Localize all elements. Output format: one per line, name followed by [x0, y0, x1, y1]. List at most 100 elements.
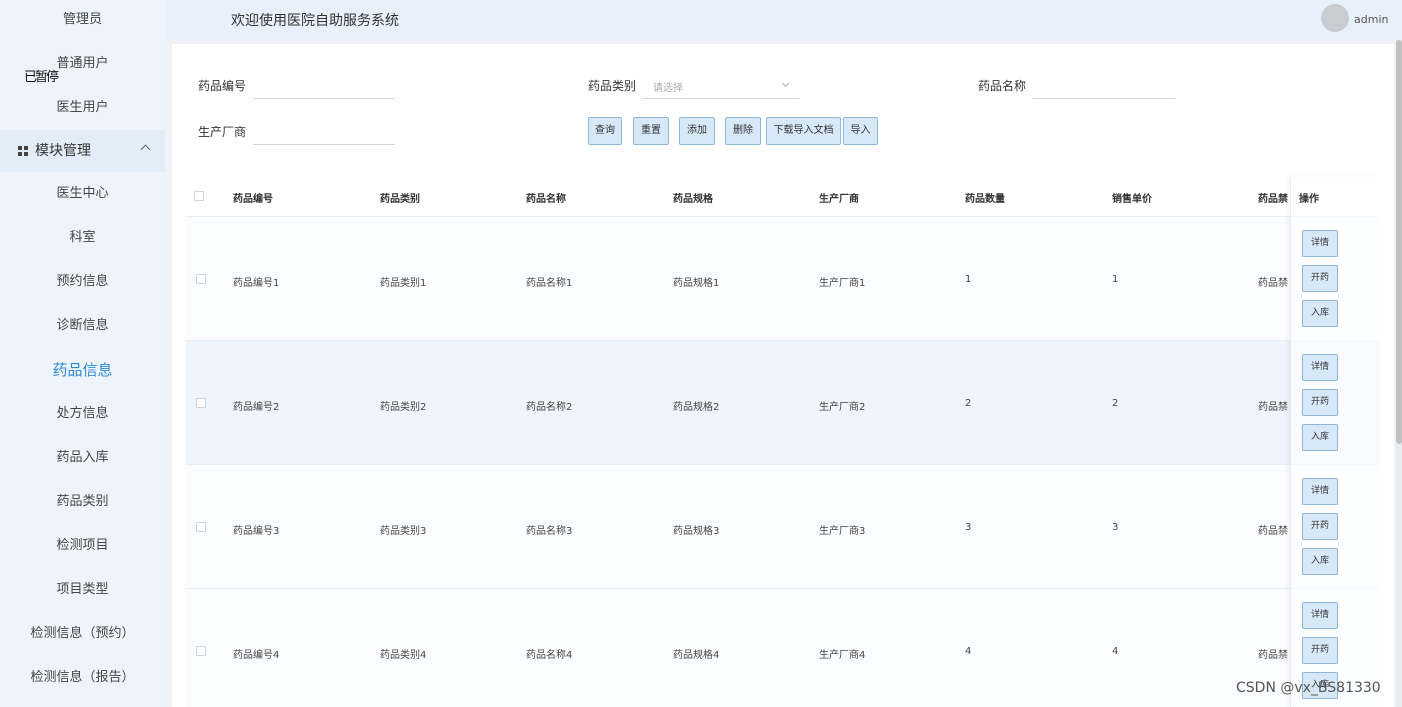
row-checkbox[interactable]: [196, 646, 206, 656]
sidebar-item-doctor-center[interactable]: 医生中心: [0, 172, 165, 216]
stock-in-button[interactable]: 入库: [1302, 300, 1338, 327]
select-all-checkbox[interactable]: [194, 191, 204, 201]
drug-name-input[interactable]: [1033, 77, 1175, 99]
avatar[interactable]: [1321, 4, 1349, 32]
scrollbar-thumb[interactable]: [1396, 40, 1402, 444]
prescribe-button[interactable]: 开药: [1302, 513, 1338, 540]
cell-quantity: 3: [965, 522, 972, 533]
manufacturer-input[interactable]: [253, 123, 395, 145]
cell-unit-price: 2: [1112, 398, 1119, 409]
sidebar-item-department[interactable]: 科室: [0, 216, 165, 260]
row-checkbox[interactable]: [196, 522, 206, 532]
table-row[interactable]: 药品编号4 药品类别4 药品名称4 药品规格4 生产厂商4 4 4 药品禁: [186, 589, 1380, 707]
cell-quantity: 2: [965, 398, 972, 409]
cell-contraindication: 药品禁: [1258, 526, 1288, 537]
sidebar-item-prescription[interactable]: 处方信息: [0, 392, 165, 436]
sidebar-item-test-item[interactable]: 检测项目: [0, 524, 165, 568]
detail-button[interactable]: 详情: [1302, 478, 1338, 505]
detail-button[interactable]: 详情: [1302, 230, 1338, 257]
cell-drug-category: 药品类别1: [380, 278, 427, 289]
cell-contraindication: 药品禁: [1258, 278, 1288, 289]
sidebar-item-drug-category[interactable]: 药品类别: [0, 480, 165, 524]
cell-drug-spec: 药品规格2: [673, 402, 720, 413]
prescribe-button[interactable]: 开药: [1302, 265, 1338, 292]
sidebar-item-test-appointment[interactable]: 检测信息（预约）: [0, 612, 165, 656]
watermark: CSDN @vx_BS81330: [1236, 680, 1381, 696]
table-header: 药品编号 药品类别 药品名称 药品规格 生产厂商 药品数量 销售单价 药品禁: [186, 177, 1380, 217]
cell-unit-price: 1: [1112, 274, 1119, 285]
cell-drug-name: 药品名称3: [526, 526, 573, 537]
drug-code-input[interactable]: [253, 77, 395, 99]
cell-unit-price: 3: [1112, 522, 1119, 533]
cell-contraindication: 药品禁: [1258, 402, 1288, 413]
cell-manufacturer: 生产厂商1: [819, 278, 866, 289]
query-button[interactable]: 查询: [588, 117, 622, 145]
detail-button[interactable]: 详情: [1302, 602, 1338, 629]
cell-drug-spec: 药品规格1: [673, 278, 720, 289]
cell-drug-category: 药品类别2: [380, 402, 427, 413]
cell-drug-category: 药品类别4: [380, 650, 427, 661]
cell-manufacturer: 生产厂商4: [819, 650, 866, 661]
sidebar-item-appointment[interactable]: 预约信息: [0, 260, 165, 304]
th-drug-contraindication: 药品禁: [1258, 194, 1288, 205]
th-drug-name: 药品名称: [526, 194, 566, 205]
delete-button[interactable]: 删除: [725, 117, 761, 145]
cell-drug-code: 药品编号3: [233, 526, 280, 537]
sidebar-group-label: 模块管理: [35, 143, 91, 159]
main-content: 药品编号 药品类别 请选择 药品名称 生产厂商 查询 重置 添加 删除 下载导入…: [172, 44, 1394, 707]
table-row[interactable]: 药品编号1 药品类别1 药品名称1 药品规格1 生产厂商1 1 1 药品禁: [186, 217, 1380, 341]
drug-name-label: 药品名称: [978, 79, 1027, 93]
sidebar: 管理员 普通用户 医生用户 模块管理 医生中心 科室 预约信息 诊断信息 药品信…: [0, 0, 165, 707]
cell-drug-code: 药品编号4: [233, 650, 280, 661]
row-checkbox[interactable]: [196, 274, 206, 284]
table-row[interactable]: 药品编号3 药品类别3 药品名称3 药品规格3 生产厂商3 3 3 药品禁: [186, 465, 1380, 589]
sidebar-item-item-type[interactable]: 项目类型: [0, 568, 165, 612]
cell-unit-price: 4: [1112, 646, 1119, 657]
category-placeholder: 请选择: [653, 83, 683, 94]
paused-overlay-text: 已暂停: [24, 70, 59, 85]
cell-drug-code: 药品编号2: [233, 402, 280, 413]
manufacturer-label: 生产厂商: [198, 125, 247, 139]
import-button[interactable]: 导入: [843, 117, 878, 145]
sidebar-item-test-report[interactable]: 检测信息（报告）: [0, 656, 165, 700]
table-row[interactable]: 药品编号2 药品类别2 药品名称2 药品规格2 生产厂商2 2 2 药品禁: [186, 341, 1380, 465]
th-operation: 操作: [1299, 194, 1319, 205]
stock-in-button[interactable]: 入库: [1302, 424, 1338, 451]
cell-quantity: 1: [965, 274, 972, 285]
cell-drug-category: 药品类别3: [380, 526, 427, 537]
cell-quantity: 4: [965, 646, 972, 657]
cell-manufacturer: 生产厂商2: [819, 402, 866, 413]
download-import-doc-button[interactable]: 下载导入文档: [766, 117, 841, 145]
username[interactable]: admin: [1354, 13, 1388, 26]
prescribe-button[interactable]: 开药: [1302, 637, 1338, 664]
drug-category-label: 药品类别: [588, 79, 637, 93]
add-button[interactable]: 添加: [679, 117, 715, 145]
reset-button[interactable]: 重置: [633, 117, 669, 145]
page-scrollbar[interactable]: [1396, 40, 1402, 707]
cell-drug-spec: 药品规格3: [673, 526, 720, 537]
grid-icon: [18, 146, 28, 156]
sidebar-item-diagnosis[interactable]: 诊断信息: [0, 304, 165, 348]
prescribe-button[interactable]: 开药: [1302, 389, 1338, 416]
cell-drug-name: 药品名称1: [526, 278, 573, 289]
cell-drug-name: 药品名称2: [526, 402, 573, 413]
detail-button[interactable]: 详情: [1302, 354, 1338, 381]
stock-in-button[interactable]: 入库: [1302, 548, 1338, 575]
sidebar-item-doctor-user[interactable]: 医生用户: [0, 86, 165, 130]
cell-drug-spec: 药品规格4: [673, 650, 720, 661]
sidebar-item-drug-info[interactable]: 药品信息: [0, 348, 165, 392]
sidebar-item-drug-stock-in[interactable]: 药品入库: [0, 436, 165, 480]
th-drug-category: 药品类别: [380, 194, 420, 205]
th-unit-price: 销售单价: [1112, 194, 1152, 205]
row-checkbox[interactable]: [196, 398, 206, 408]
sidebar-group-module-management[interactable]: 模块管理: [0, 130, 165, 172]
cell-contraindication: 药品禁: [1258, 650, 1288, 661]
cell-manufacturer: 生产厂商3: [819, 526, 866, 537]
sidebar-item-admin[interactable]: 管理员: [0, 0, 165, 42]
th-drug-spec: 药品规格: [673, 194, 713, 205]
top-bar: 欢迎使用医院自助服务系统 admin: [165, 0, 1402, 40]
th-manufacturer: 生产厂商: [819, 194, 859, 205]
cell-drug-code: 药品编号1: [233, 278, 280, 289]
operation-column: 操作 详情 开药 入库 详情 开药 入库 详情 开药 入库 详情 开药 入库: [1290, 177, 1380, 707]
drug-code-label: 药品编号: [198, 79, 247, 93]
